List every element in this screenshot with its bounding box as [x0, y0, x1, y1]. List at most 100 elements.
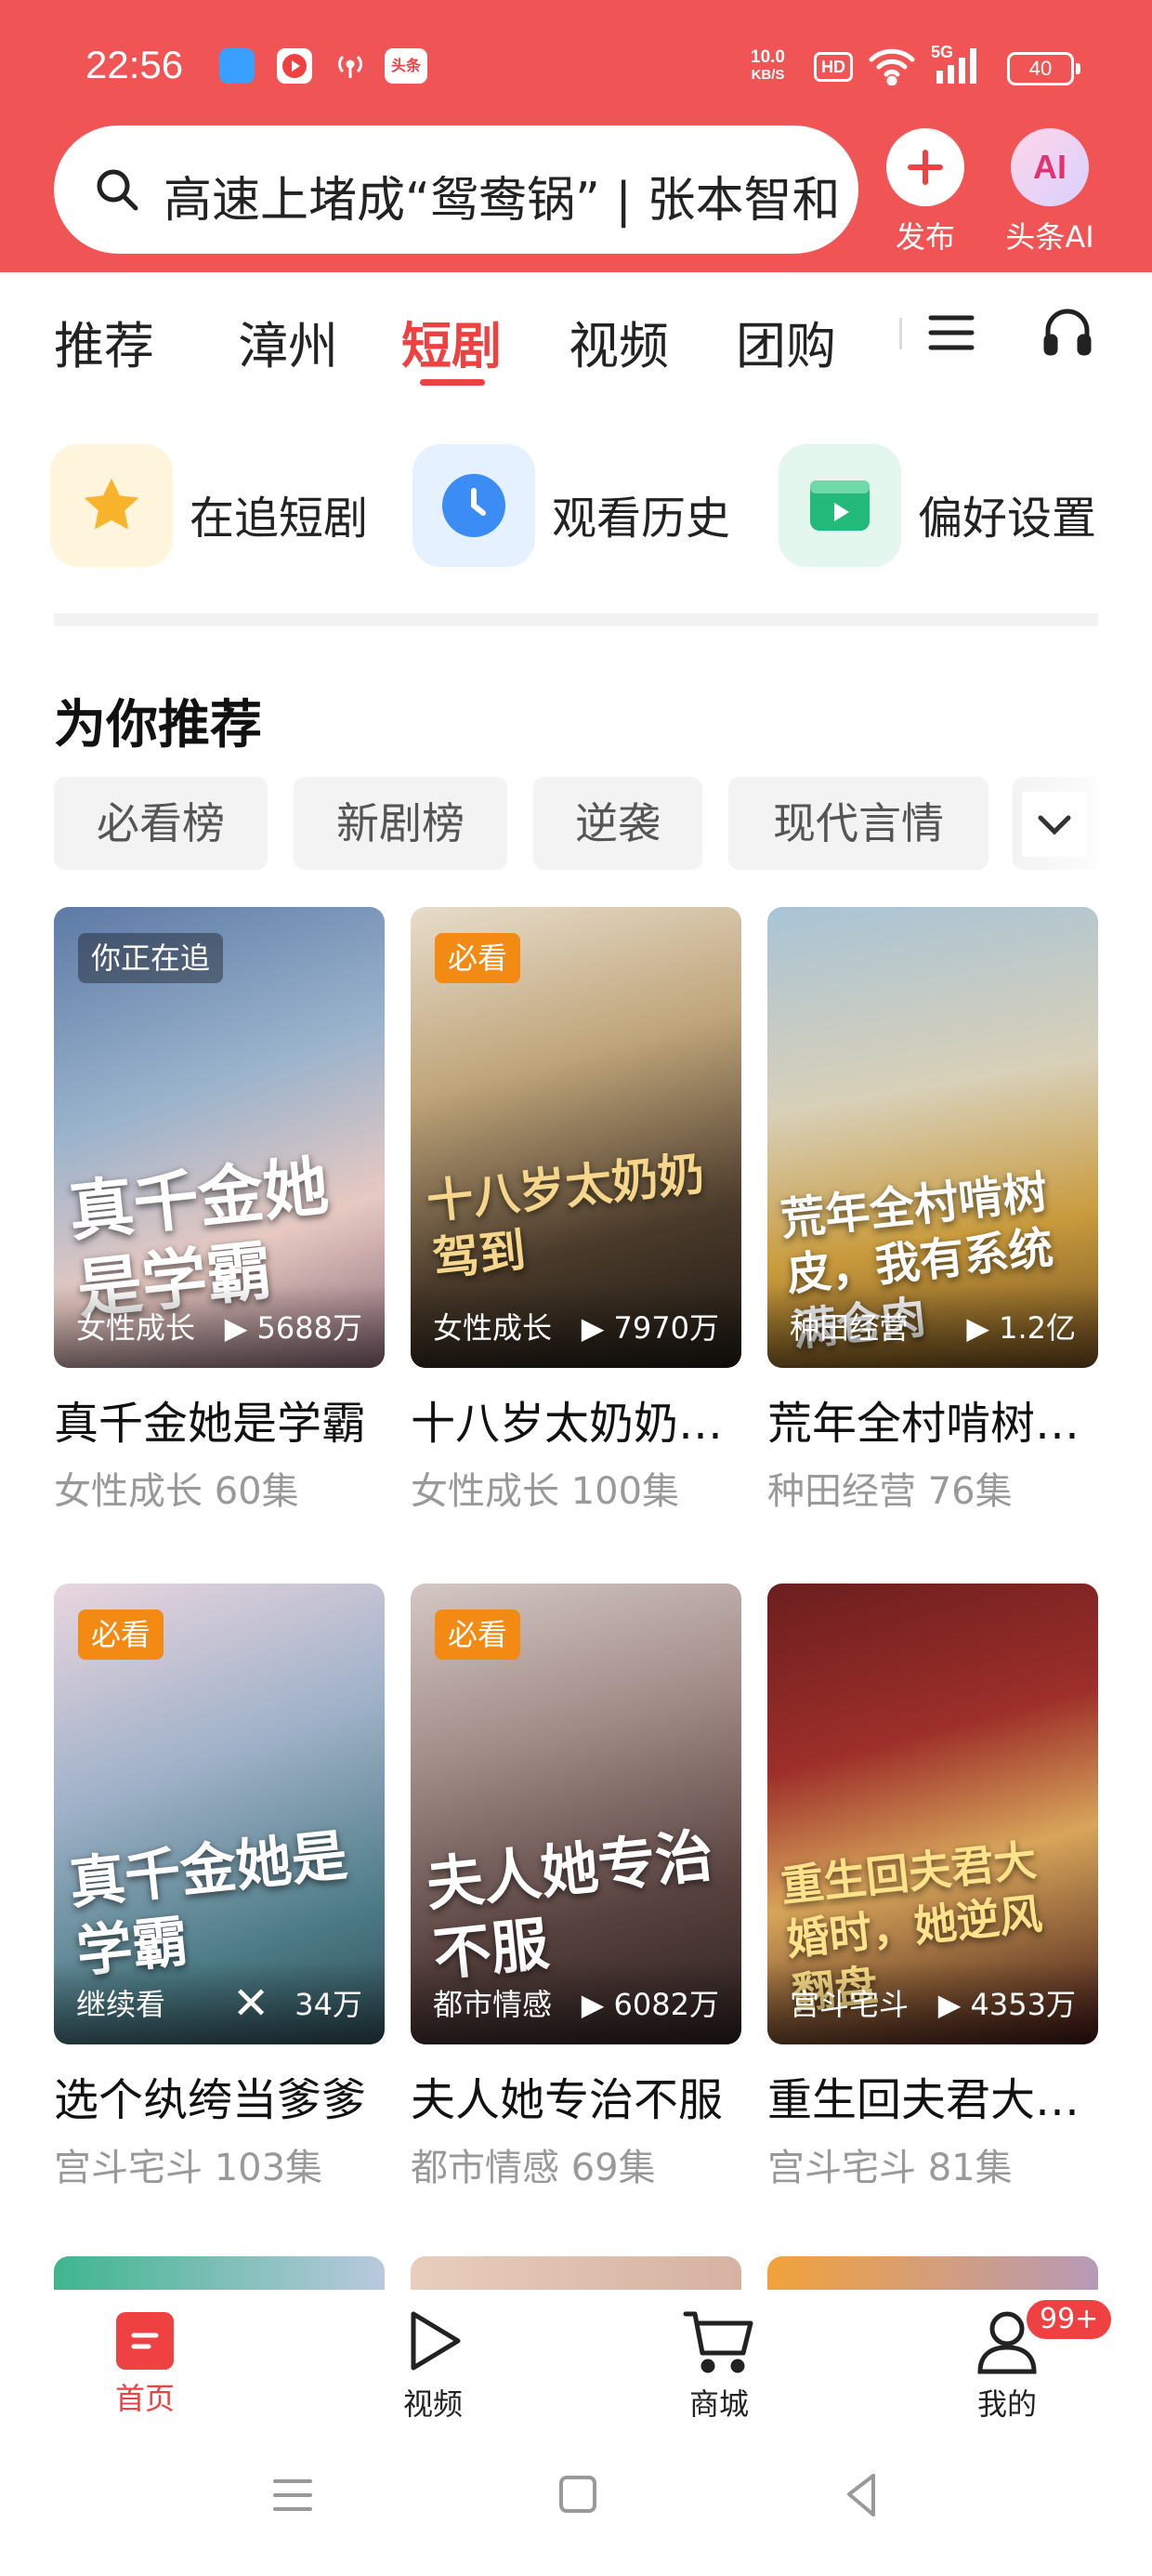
next-card-peek — [411, 2256, 741, 2293]
drama-title: 荒年全村啃树皮，我有系统满仓肉 — [767, 1398, 1098, 1450]
chip-modern-romance[interactable]: 现代言情 — [728, 777, 988, 870]
tab-group-buy[interactable]: 团购 — [736, 305, 836, 378]
home-button-icon[interactable] — [559, 2476, 596, 2513]
battery-indicator: 40 — [1007, 52, 1080, 85]
nav-video[interactable]: 视频 — [368, 2307, 498, 2424]
app-notification-icon — [219, 48, 255, 84]
category-chips: 必看榜 新剧榜 逆袭 现代言情 — [54, 777, 1098, 870]
drama-subtitle: 种田经营 76集 — [767, 1470, 1013, 1513]
drama-subtitle: 女性成长 60集 — [54, 1470, 299, 1513]
status-time: 22:56 — [85, 43, 184, 86]
drama-subtitle: 女性成长 100集 — [411, 1470, 680, 1513]
drama-subtitle: 宫斗宅斗 81集 — [767, 2147, 1013, 2189]
next-card-peek — [54, 2256, 385, 2293]
app-header: 22:56 头条 10.0 KB/S HD 5G 40 高速上堵成“鸳鸯锅” | … — [0, 0, 1152, 272]
hotspot-icon — [333, 48, 368, 84]
recents-icon[interactable] — [271, 2474, 314, 2520]
status-bar: 22:56 头条 10.0 KB/S HD 5G 40 — [0, 0, 1152, 121]
chip-must-watch[interactable]: 必看榜 — [54, 777, 268, 870]
cart-icon — [682, 2307, 756, 2375]
must-watch-badge: 必看 — [435, 933, 521, 983]
genre-tag: 女性成长 — [433, 1310, 553, 1346]
view-count: ▶ 4353万 — [937, 1987, 1076, 2022]
channel-menu-icon[interactable] — [925, 307, 977, 362]
signal-icon: 5G — [931, 43, 992, 87]
genre-tag: 宫斗宅斗 — [790, 1987, 910, 2022]
poster-meta: 种田经营 ▶ 1.2亿 — [767, 1284, 1098, 1368]
nav-mall[interactable]: 商城 — [654, 2307, 784, 2424]
nav-label: 我的 — [976, 2386, 1037, 2422]
star-icon — [50, 444, 173, 567]
tab-zhangzhou[interactable]: 漳州 — [238, 305, 338, 378]
active-tab-indicator — [420, 379, 485, 386]
toutiao-ai-button[interactable]: AI 头条AI — [994, 128, 1106, 256]
quick-action-preferences[interactable]: 偏好设置 — [779, 444, 1122, 574]
close-icon[interactable]: ✕ — [232, 1981, 269, 2026]
view-count: ▶ 5688万 — [224, 1310, 362, 1346]
drama-poster: 必看 夫人她专治不服 都市情感 ▶ 6082万 — [411, 1584, 741, 2044]
back-icon[interactable] — [840, 2472, 883, 2522]
view-count: ▶ 1.2亿 — [966, 1310, 1076, 1346]
clock-icon — [412, 444, 535, 567]
net-speed-value: 10.0 — [751, 47, 785, 67]
drama-poster: 荒年全村啃树皮，我有系统满仓肉 种田经营 ▶ 1.2亿 — [767, 907, 1098, 1368]
chevron-down-icon[interactable] — [1022, 792, 1087, 857]
drama-title: 重生回夫君大婚时，她逆风翻盘 — [767, 2074, 1098, 2126]
poster-meta: 都市情感 ▶ 6082万 — [411, 1961, 741, 2044]
quick-action-history[interactable]: 观看历史 — [412, 444, 756, 574]
continue-watching-label[interactable]: 继续看 — [76, 1981, 165, 2024]
poster-title-art: 十八岁太奶奶驾到 — [424, 1145, 708, 1287]
notification-badge: 99+ — [1024, 2297, 1115, 2342]
chip-new-dramas[interactable]: 新剧榜 — [294, 777, 507, 870]
view-count: ▶ 6082万 — [581, 1987, 719, 2022]
quick-action-following[interactable]: 在追短剧 — [50, 444, 394, 574]
quick-action-label: 偏好设置 — [918, 493, 1097, 545]
plus-icon — [886, 128, 964, 206]
drama-poster: 必看 十八岁太奶奶驾到 女性成长 ▶ 7970万 — [411, 907, 741, 1368]
drama-poster: 必看 真千金她是学霸 继续看 ✕ 34万 — [54, 1584, 385, 2044]
drama-card[interactable]: 荒年全村啃树皮，我有系统满仓肉 种田经营 ▶ 1.2亿 荒年全村啃树皮，我有系统… — [767, 907, 1098, 1539]
poster-meta: 女性成长 ▶ 5688万 — [54, 1284, 385, 1368]
nav-label: 视频 — [402, 2386, 463, 2422]
hd-indicator: HD — [814, 52, 853, 82]
publish-label: 发布 — [895, 219, 955, 255]
tab-recommend[interactable]: 推荐 — [54, 305, 154, 378]
genre-tag: 都市情感 — [433, 1987, 553, 2022]
search-hint-text: 高速上堵成“鸳鸯锅” | 张本智和 — [164, 173, 841, 229]
drama-title: 真千金她是学霸 — [54, 1398, 367, 1450]
publish-button[interactable]: 发布 — [870, 128, 981, 256]
channel-tabs: 推荐 漳州 短剧 视频 团购 — [0, 279, 1152, 400]
must-watch-badge: 必看 — [78, 1610, 164, 1660]
nav-label: 首页 — [114, 2381, 175, 2416]
drama-subtitle: 宫斗宅斗 103集 — [54, 2147, 323, 2189]
genre-tag: 种田经营 — [790, 1310, 910, 1346]
drama-title: 十八岁太奶奶驾到，重整家族荣耀 — [411, 1398, 741, 1450]
drama-card[interactable]: 必看 夫人她专治不服 都市情感 ▶ 6082万 夫人她专治不服 都市情感 69集 — [411, 1584, 741, 2215]
poster-meta: 继续看 ✕ 34万 — [54, 1961, 385, 2044]
nav-label: 商城 — [688, 2386, 749, 2422]
nav-home[interactable]: 首页 — [80, 2307, 210, 2418]
section-title: 为你推荐 — [54, 695, 262, 756]
quick-action-label: 在追短剧 — [190, 493, 369, 545]
drama-subtitle: 都市情感 69集 — [411, 2147, 656, 2189]
search-bar[interactable]: 高速上堵成“鸳鸯锅” | 张本智和 — [54, 125, 858, 254]
headphones-icon[interactable] — [1041, 305, 1094, 362]
video-notification-icon — [277, 48, 312, 84]
chip-comeback[interactable]: 逆袭 — [533, 777, 702, 870]
genre-tag: 女性成长 — [76, 1310, 196, 1346]
net-speed-unit: KB/S — [751, 67, 785, 83]
ai-icon: AI — [1011, 128, 1089, 206]
home-icon — [116, 2312, 174, 2370]
drama-card[interactable]: 必看 真千金她是学霸 继续看 ✕ 34万 选个纨绔当爹爹 宫斗宅斗 103集 — [54, 1584, 385, 2215]
tab-video[interactable]: 视频 — [569, 305, 669, 378]
drama-poster: 重生回夫君大婚时，她逆风翻盘 宫斗宅斗 ▶ 4353万 — [767, 1584, 1098, 2044]
wifi-icon — [868, 46, 916, 89]
ai-label: 头条AI — [1005, 219, 1094, 255]
tab-fade-divider — [899, 318, 902, 349]
drama-card[interactable]: 必看 十八岁太奶奶驾到 女性成长 ▶ 7970万 十八岁太奶奶驾到，重整家族荣耀… — [411, 907, 741, 1539]
tab-short-drama[interactable]: 短剧 — [401, 305, 502, 378]
following-badge: 你正在追 — [78, 933, 224, 983]
drama-card[interactable]: 重生回夫君大婚时，她逆风翻盘 宫斗宅斗 ▶ 4353万 重生回夫君大婚时，她逆风… — [767, 1584, 1098, 2215]
drama-card[interactable]: 你正在追 真千金她是学霸 女性成长 ▶ 5688万 真千金她是学霸 女性成长 6… — [54, 907, 385, 1539]
system-nav-bar — [0, 2438, 1152, 2576]
